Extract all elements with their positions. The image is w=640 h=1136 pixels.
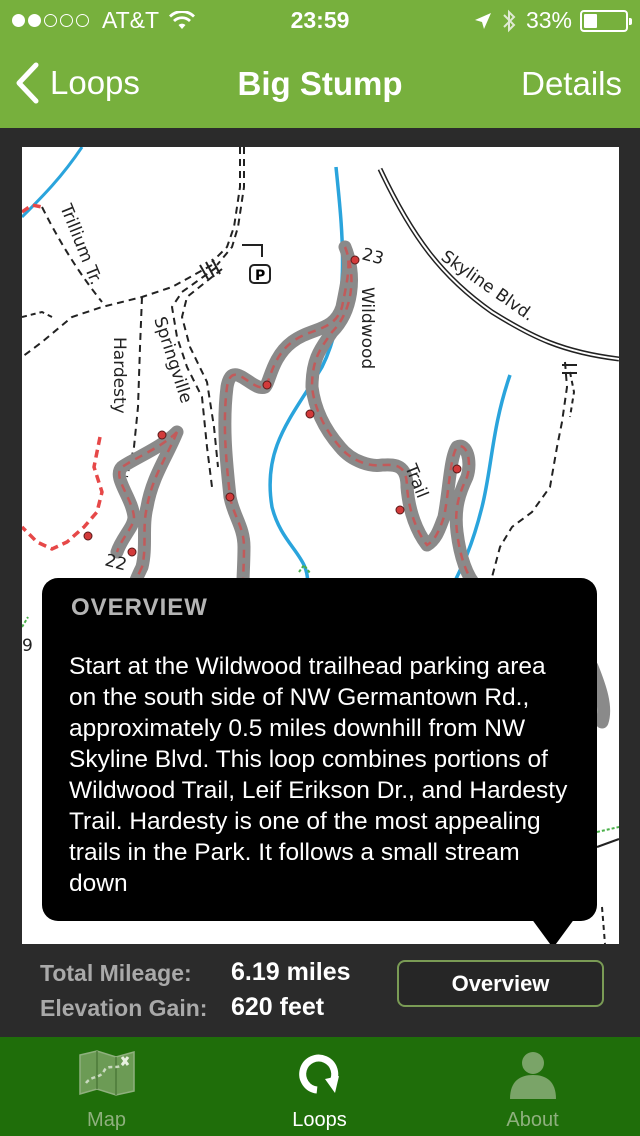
tab-about-label: About <box>506 1109 559 1131</box>
bluetooth-icon <box>503 9 516 32</box>
marker-23-label: 23 <box>360 245 386 270</box>
stats-bar: Total Mileage: 6.19 miles Elevation Gain… <box>0 944 640 1037</box>
overview-popup[interactable]: OVERVIEW Start at the Wildwood trailhead… <box>42 578 597 921</box>
tab-map-label: Map <box>87 1109 126 1131</box>
marker-22-label: 22 <box>103 551 129 576</box>
dashed-trail <box>601 906 606 944</box>
header: AT&T 23:59 33% Loops Big Stump Details <box>0 0 640 128</box>
person-icon <box>509 1052 556 1099</box>
parking-label: P <box>255 268 265 284</box>
overview-heading: OVERVIEW <box>71 594 208 621</box>
marker-9-label: 9 <box>22 636 33 656</box>
elevation-label: Elevation Gain: <box>40 995 208 1021</box>
tab-about[interactable]: About <box>426 1037 639 1136</box>
mileage-label: Total Mileage: <box>40 960 192 986</box>
map-icon <box>78 1050 135 1096</box>
tab-loops-label: Loops <box>292 1109 347 1131</box>
wildwood-label: Wildwood <box>357 287 377 369</box>
dashed-trail <box>22 310 53 318</box>
details-button[interactable]: Details <box>521 65 622 103</box>
location-arrow-icon <box>474 12 491 29</box>
mileage-value: 6.19 miles <box>231 958 351 986</box>
hardesty-label: Hardesty <box>109 337 129 414</box>
skyline-road <box>379 168 619 360</box>
status-bar: AT&T 23:59 33% <box>0 0 640 40</box>
status-right: 33% <box>474 7 632 34</box>
skyline-road <box>377 167 619 362</box>
springville-label: Springville <box>149 314 196 405</box>
nav-bar: Loops Big Stump Details <box>0 40 640 128</box>
loop-icon <box>298 1054 339 1094</box>
elevation-value: 620 feet <box>231 993 325 1021</box>
skyline-label: Skyline Blvd. <box>437 247 538 326</box>
tab-bar: Map Loops About <box>0 1037 640 1136</box>
tab-loops[interactable]: Loops <box>213 1037 426 1136</box>
dashed-trail <box>569 371 576 418</box>
battery-percent: 33% <box>525 7 572 33</box>
overview-button[interactable]: Overview <box>397 960 604 1007</box>
tab-map[interactable]: Map <box>0 1037 213 1136</box>
overview-body: Start at the Wildwood trailhead parking … <box>69 653 568 897</box>
battery-icon <box>580 9 632 32</box>
dashed-trail <box>211 147 241 263</box>
